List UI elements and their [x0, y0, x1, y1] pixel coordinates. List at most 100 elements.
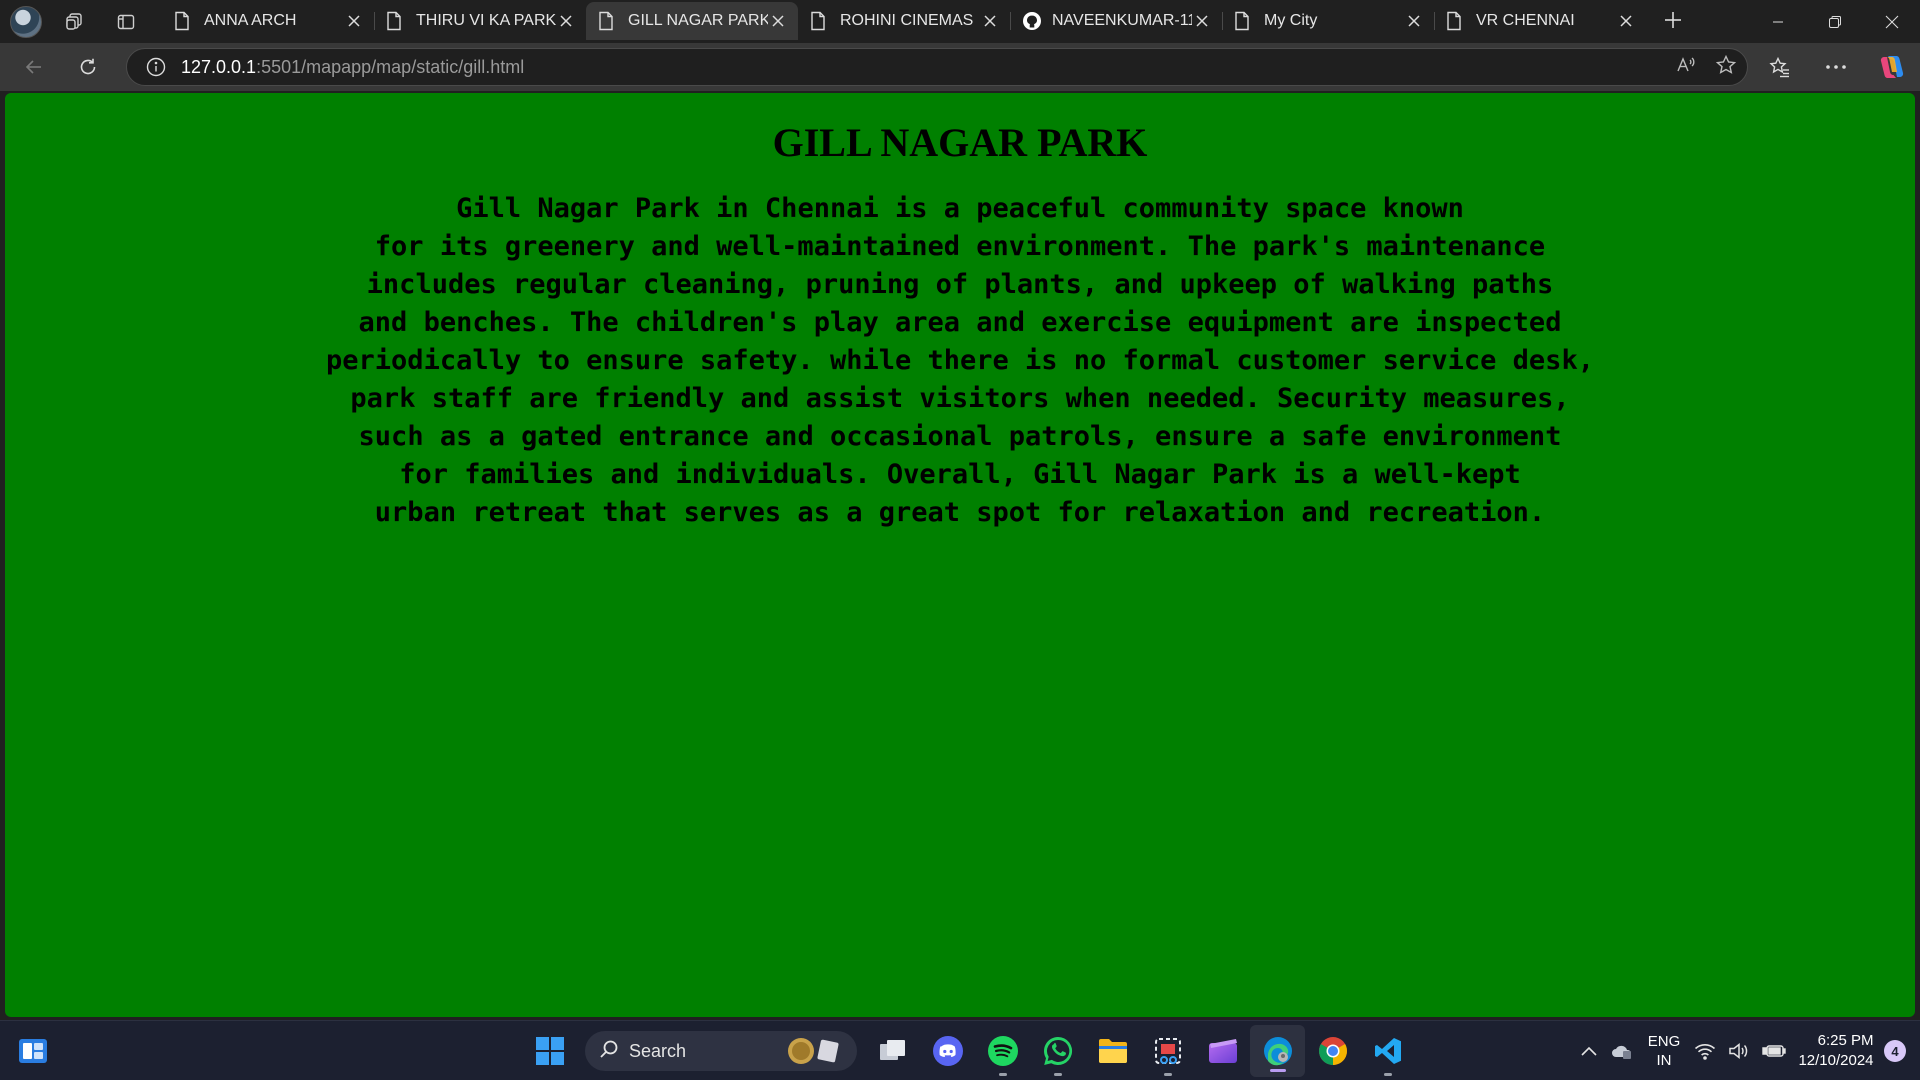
taskbar-search-box[interactable]: Search — [585, 1031, 857, 1071]
wifi-icon[interactable] — [1688, 1021, 1722, 1080]
windows-taskbar: Search ENG IN 6:25 PM 12/10/2024 4 — [0, 1020, 1920, 1080]
clock[interactable]: 6:25 PM 12/10/2024 — [1792, 1021, 1884, 1080]
url-path: :5501/mapapp/map/static/gill.html — [256, 56, 525, 77]
tab-gill-nagar-park[interactable]: GILL NAGAR PARK — [586, 2, 798, 40]
discord-icon[interactable] — [920, 1021, 975, 1080]
battery-icon[interactable] — [1756, 1021, 1792, 1080]
tab-title: NAVEENKUMAR-11- — [1052, 12, 1192, 29]
running-indicator — [998, 1073, 1007, 1076]
paragraph-line: Gill Nagar Park in Chennai is a peaceful… — [456, 193, 1464, 224]
window-controls — [1749, 0, 1920, 43]
close-icon[interactable] — [556, 11, 576, 31]
address-bar-actions — [1675, 54, 1737, 81]
vscode-icon[interactable] — [1360, 1021, 1415, 1080]
paragraph-line: periodically to ensure safety. while the… — [326, 345, 1594, 376]
address-bar[interactable]: 127.0.0.1:5501/mapapp/map/static/gill.ht… — [126, 48, 1748, 86]
tab-anna-arch[interactable]: ANNA ARCH — [162, 2, 374, 40]
close-icon[interactable] — [344, 11, 364, 31]
favorite-star-icon[interactable] — [1715, 54, 1737, 81]
spotify-icon[interactable] — [975, 1021, 1030, 1080]
profile-avatar-icon[interactable] — [10, 5, 42, 38]
minimize-icon[interactable] — [1749, 0, 1806, 43]
page-icon — [386, 11, 404, 31]
tab-rohini-cinemas[interactable]: ROHINI CINEMAS — [798, 2, 1010, 40]
show-hidden-icons-chevron-icon[interactable] — [1574, 1021, 1604, 1080]
site-info-icon[interactable] — [145, 56, 167, 78]
tab-thiru-vi-ka-park[interactable]: THIRU VI KA PARK — [374, 2, 586, 40]
task-view-icon[interactable] — [865, 1021, 920, 1080]
whatsapp-icon[interactable] — [1030, 1021, 1085, 1080]
paragraph-line: urban retreat that serves as a great spo… — [374, 497, 1546, 528]
page-icon — [1446, 11, 1464, 31]
close-icon[interactable] — [768, 11, 788, 31]
tab-my-city[interactable]: My City — [1222, 2, 1434, 40]
title-bar-left-group — [0, 0, 162, 43]
taskbar-center: Search — [522, 1021, 1415, 1080]
clock-date: 12/10/2024 — [1798, 1052, 1874, 1069]
workspaces-icon[interactable] — [54, 2, 94, 42]
notification-badge[interactable]: 4 — [1884, 1040, 1906, 1062]
vertical-tabs-icon[interactable] — [106, 2, 146, 42]
url-host: 127.0.0.1 — [181, 56, 257, 77]
close-icon[interactable] — [980, 11, 1000, 31]
browser-title-bar: ANNA ARCH THIRU VI KA PARK GILL NAGAR PA… — [0, 0, 1920, 43]
tab-title: My City — [1264, 12, 1318, 29]
paragraph-line: park staff are friendly and assist visit… — [350, 383, 1570, 414]
page-icon — [174, 11, 192, 31]
search-icon — [599, 1039, 619, 1064]
paragraph-line: for its greenery and well-maintained env… — [374, 231, 1546, 262]
read-aloud-icon[interactable] — [1675, 54, 1697, 81]
clipchamp-icon[interactable] — [1195, 1021, 1250, 1080]
running-indicator — [1383, 1073, 1392, 1076]
running-indicator — [1269, 1069, 1286, 1072]
tab-title: ANNA ARCH — [204, 12, 297, 29]
back-arrow-icon[interactable] — [14, 47, 54, 87]
clock-time: 6:25 PM — [1817, 1032, 1874, 1049]
paragraph-line: such as a gated entrance and occasional … — [358, 421, 1562, 452]
paragraph-line: for families and individuals. Overall, G… — [399, 459, 1521, 490]
paragraph-line: includes regular cleaning, pruning of pl… — [366, 269, 1554, 300]
page-icon — [1234, 11, 1252, 31]
search-label: Search — [629, 1040, 687, 1061]
browser-toolbar: 127.0.0.1:5501/mapapp/map/static/gill.ht… — [0, 43, 1920, 91]
page-icon — [598, 11, 616, 31]
new-tab-plus-icon[interactable] — [1650, 0, 1696, 40]
snipping-tool-icon[interactable] — [1140, 1021, 1195, 1080]
favorites-icon[interactable] — [1752, 43, 1808, 91]
language-code: ENG — [1647, 1033, 1681, 1050]
page-icon — [810, 11, 828, 31]
close-window-icon[interactable] — [1863, 0, 1920, 43]
copilot-icon[interactable] — [1864, 43, 1920, 91]
tab-title: THIRU VI KA PARK — [416, 12, 556, 29]
page-content: GILL NAGAR PARK Gill Nagar Park in Chenn… — [5, 93, 1915, 1017]
toolbar-right-group — [1752, 43, 1920, 91]
system-tray: ENG IN 6:25 PM 12/10/2024 4 — [1574, 1021, 1920, 1080]
page-title: GILL NAGAR PARK — [772, 120, 1148, 165]
edge-icon[interactable] — [1250, 1025, 1305, 1077]
tab-github-naveenkumar[interactable]: NAVEENKUMAR-11- — [1010, 2, 1222, 40]
close-icon[interactable] — [1616, 11, 1636, 31]
language-indicator[interactable]: ENG IN — [1640, 1021, 1688, 1080]
running-indicator — [1053, 1073, 1062, 1076]
chrome-icon[interactable] — [1305, 1021, 1360, 1080]
park-description: Gill Nagar Park in Chennai is a peaceful… — [5, 190, 1915, 532]
reload-icon[interactable] — [68, 47, 108, 87]
volume-icon[interactable] — [1722, 1021, 1756, 1080]
restore-icon[interactable] — [1806, 0, 1863, 43]
widgets-icon[interactable] — [16, 1034, 50, 1068]
language-region: IN — [1656, 1052, 1672, 1069]
paragraph-line: and benches. The children's play area an… — [358, 307, 1562, 338]
more-options-icon[interactable] — [1808, 43, 1864, 91]
tab-vr-chennai[interactable]: VR CHENNAI — [1434, 2, 1646, 40]
search-highlight-icon — [787, 1037, 845, 1065]
url-text[interactable]: 127.0.0.1:5501/mapapp/map/static/gill.ht… — [181, 57, 524, 78]
close-icon[interactable] — [1404, 11, 1424, 31]
onedrive-cloud-icon[interactable] — [1604, 1021, 1640, 1080]
file-explorer-icon[interactable] — [1085, 1021, 1140, 1080]
tab-title: VR CHENNAI — [1476, 12, 1575, 29]
running-indicator — [1163, 1073, 1172, 1076]
close-icon[interactable] — [1192, 11, 1212, 31]
github-icon — [1022, 11, 1041, 31]
start-windows-icon[interactable] — [522, 1021, 577, 1080]
tab-title: GILL NAGAR PARK — [628, 12, 768, 29]
